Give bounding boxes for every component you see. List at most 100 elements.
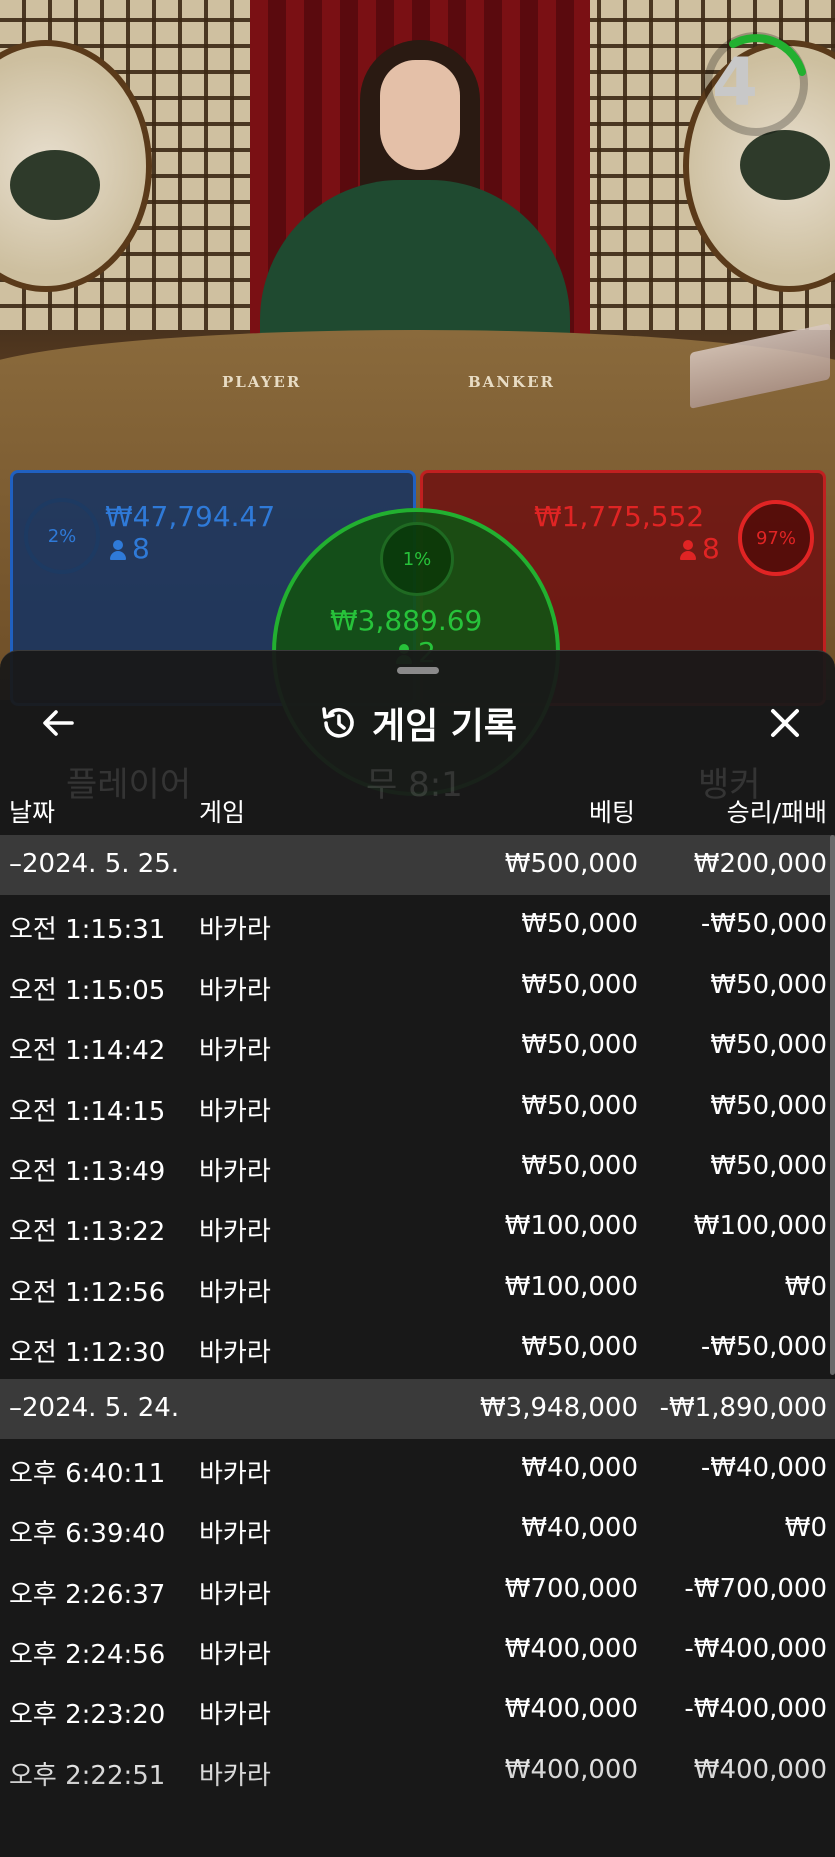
row-bet: ₩100,000	[504, 1211, 638, 1242]
row-time: 오전 1:15:05	[9, 975, 166, 1006]
bonsai-left	[10, 150, 100, 220]
banker-percent-ring: 97%	[738, 500, 814, 576]
row-game: 바카라	[199, 1277, 271, 1308]
history-row: 오전 1:13:49 바카라 ₩50,000 ₩50,000	[0, 1137, 835, 1197]
history-row: 오후 2:26:37 바카라 ₩700,000 -₩700,000	[0, 1560, 835, 1620]
row-time: 오전 1:12:56	[9, 1277, 166, 1308]
person-icon	[680, 540, 696, 560]
dealer	[240, 40, 590, 380]
history-row: 오후 6:40:11 바카라 ₩40,000 -₩40,000	[0, 1439, 835, 1499]
game-history-sheet: 플레이어 무 8:1 뱅커 게임 기록 날짜 게임 베팅 승리/패배 –2024…	[0, 650, 835, 1857]
row-time: 오후 2:22:51	[9, 1760, 166, 1791]
row-result: -₩700,000	[684, 1573, 827, 1604]
row-bet: ₩40,000	[521, 1452, 638, 1483]
tie-percent: 1%	[402, 548, 432, 570]
history-row: 오전 1:13:22 바카라 ₩100,000 ₩100,000	[0, 1197, 835, 1257]
row-result: -₩50,000	[700, 1332, 827, 1363]
row-time: 오후 6:39:40	[9, 1519, 166, 1550]
row-game: 바카라	[199, 1700, 271, 1731]
group-total-result: -₩1,890,000	[659, 1392, 827, 1423]
sheet-header: 게임 기록	[0, 695, 835, 751]
row-game: 바카라	[199, 1640, 271, 1671]
group-date: –2024. 5. 25.	[9, 849, 180, 879]
row-time: 오전 1:13:22	[9, 1217, 166, 1248]
row-bet: ₩50,000	[521, 1150, 638, 1181]
banker-percent: 97%	[755, 527, 796, 549]
row-result: ₩50,000	[710, 1090, 827, 1121]
row-bet: ₩50,000	[521, 1090, 638, 1121]
sheet-title: 게임 기록	[371, 706, 517, 747]
row-bet: ₩40,000	[521, 1513, 638, 1544]
column-header-game: 게임	[199, 798, 246, 827]
tie-percent-ring: 1%	[380, 522, 454, 596]
row-bet: ₩100,000	[504, 1271, 638, 1302]
history-row: 오전 1:15:31 바카라 ₩50,000 -₩50,000	[0, 895, 835, 955]
countdown-timer-value: 4	[712, 44, 758, 121]
history-row: 오후 2:23:20 바카라 ₩400,000 -₩400,000	[0, 1680, 835, 1740]
player-bet-amount: ₩47,794.47	[105, 500, 276, 533]
row-game: 바카라	[199, 1096, 271, 1127]
history-row: 오후 6:39:40 바카라 ₩40,000 ₩0	[0, 1499, 835, 1559]
tie-bet-amount: ₩3,889.69	[330, 604, 483, 637]
history-table-header: 날짜 게임 베팅 승리/패배	[0, 785, 835, 833]
date-group-row[interactable]: –2024. 5. 25. ₩500,000 ₩200,000	[0, 835, 835, 896]
bonsai-right	[740, 130, 830, 200]
row-time: 오후 6:40:11	[9, 1458, 166, 1489]
player-bet-count: 8	[110, 532, 150, 565]
person-icon	[110, 540, 126, 560]
row-time: 오전 1:14:15	[9, 1096, 166, 1127]
history-row: 오전 1:12:30 바카라 ₩50,000 -₩50,000	[0, 1318, 835, 1378]
row-game: 바카라	[199, 1519, 271, 1550]
row-time: 오전 1:14:42	[9, 1036, 166, 1067]
row-time: 오전 1:15:31	[9, 915, 166, 946]
group-total-bet: ₩3,948,000	[479, 1392, 638, 1423]
row-result: -₩400,000	[684, 1634, 827, 1665]
date-group-row[interactable]: –2024. 5. 24. ₩3,948,000 -₩1,890,000	[0, 1378, 835, 1439]
player-percent: 2%	[47, 525, 77, 547]
row-game: 바카라	[199, 1338, 271, 1369]
row-bet: ₩50,000	[521, 1332, 638, 1363]
arrow-left-icon	[43, 710, 74, 736]
row-game: 바카라	[199, 1036, 271, 1067]
row-time: 오후 2:24:56	[9, 1640, 166, 1671]
row-time: 오전 1:13:49	[9, 1156, 166, 1187]
row-time: 오후 2:26:37	[9, 1579, 166, 1610]
row-result: ₩0	[784, 1271, 827, 1302]
row-result: -₩50,000	[700, 909, 827, 940]
row-result: ₩400,000	[693, 1754, 827, 1785]
row-result: ₩0	[784, 1513, 827, 1544]
row-bet: ₩50,000	[521, 1030, 638, 1061]
history-clock-icon	[322, 707, 354, 738]
row-game: 바카라	[199, 1458, 271, 1489]
history-table-body: –2024. 5. 25. ₩500,000 ₩200,000 오전 1:15:31 바…	[0, 835, 835, 1801]
history-row: 오전 1:15:05 바카라 ₩50,000 ₩50,000	[0, 956, 835, 1016]
row-result: ₩50,000	[710, 969, 827, 1000]
row-result: ₩50,000	[710, 1030, 827, 1061]
row-game: 바카라	[199, 1156, 271, 1187]
row-result: -₩40,000	[700, 1452, 827, 1483]
row-bet: ₩400,000	[504, 1694, 638, 1725]
row-result: ₩50,000	[710, 1150, 827, 1181]
history-scrollbar[interactable]	[830, 835, 835, 1375]
row-game: 바카라	[199, 975, 271, 1006]
row-result: ₩100,000	[693, 1211, 827, 1242]
row-game: 바카라	[199, 1760, 271, 1791]
banker-bet-count: 8	[680, 532, 720, 565]
row-game: 바카라	[199, 1217, 271, 1248]
history-row: 오전 1:14:15 바카라 ₩50,000 ₩50,000	[0, 1077, 835, 1137]
history-row: 오후 2:22:51 바카라 ₩400,000 ₩400,000	[0, 1741, 835, 1801]
group-date: –2024. 5. 24.	[9, 1392, 180, 1423]
row-result: -₩400,000	[684, 1694, 827, 1725]
group-total-result: ₩200,000	[693, 849, 827, 879]
row-game: 바카라	[199, 915, 271, 946]
close-button[interactable]	[757, 695, 813, 751]
sheet-drag-handle[interactable]	[397, 667, 439, 674]
banker-bet-amount: ₩1,775,552	[534, 500, 705, 533]
row-bet: ₩400,000	[504, 1754, 638, 1785]
back-button[interactable]	[30, 695, 86, 751]
column-header-bet: 베팅	[588, 798, 635, 827]
close-icon	[771, 709, 799, 737]
column-header-result: 승리/패배	[726, 798, 827, 827]
table-label-banker: BANKER	[468, 373, 555, 391]
row-bet: ₩50,000	[521, 969, 638, 1000]
